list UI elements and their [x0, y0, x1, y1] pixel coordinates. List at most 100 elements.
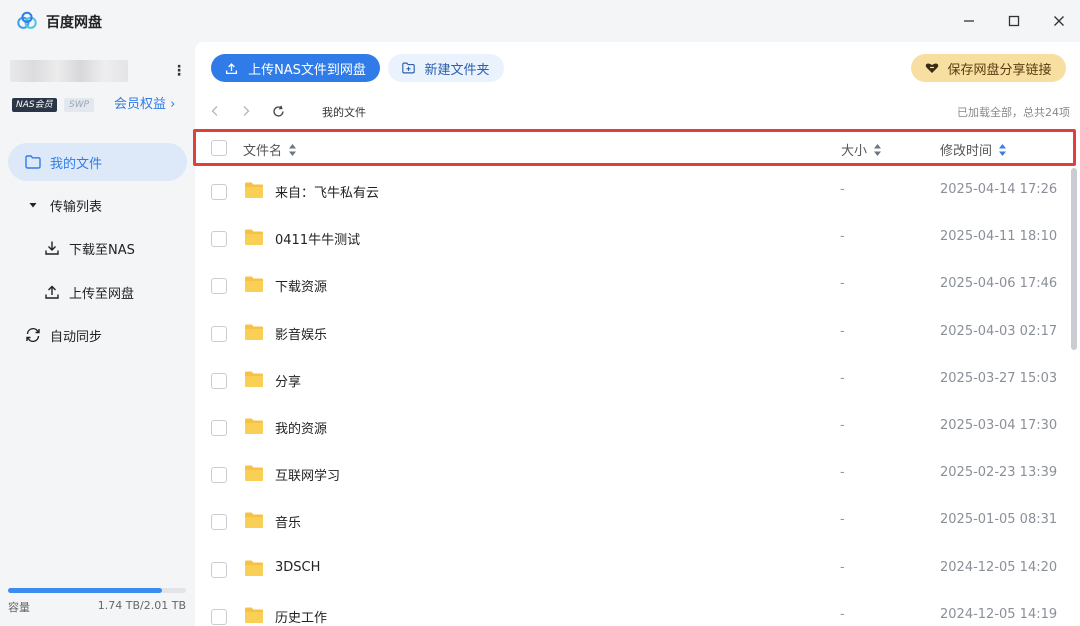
- folder-icon: [245, 418, 263, 434]
- row-checkbox[interactable]: [211, 184, 227, 200]
- baidu-netdisk-logo-icon: [17, 11, 37, 29]
- sidebar-item-label: 下载至NAS: [69, 242, 135, 258]
- table-row[interactable]: 历史工作 - 2024-12-05 14:19: [195, 593, 1065, 626]
- file-modified-time: 2025-03-04 17:30: [940, 418, 1058, 433]
- row-checkbox[interactable]: [211, 325, 227, 342]
- file-modified-time: 2024-12-05 14:19: [940, 606, 1058, 622]
- table-row[interactable]: 下载资源 - 2025-04-06 17:46: [195, 262, 1065, 309]
- sidebar-item-label: 上传至网盘: [69, 286, 135, 302]
- navigation-row: 我的文件 已加载全部，总共24项: [195, 98, 1080, 124]
- chevron-right-icon: [243, 106, 250, 116]
- sidebar-item-label: 我的文件: [50, 156, 103, 172]
- sidebar-item-my-files[interactable]: 我的文件: [8, 143, 187, 181]
- row-checkbox[interactable]: [211, 561, 227, 578]
- column-header-size[interactable]: 大小: [841, 140, 882, 159]
- minimize-button[interactable]: [956, 8, 982, 34]
- table-row[interactable]: 来自：飞牛私有云 - 2025-04-14 17:26: [195, 168, 1065, 215]
- file-modified-time: 2025-04-14 17:26: [940, 182, 1058, 197]
- row-checkbox[interactable]: [211, 514, 227, 531]
- table-row[interactable]: 我的资源 - 2025-03-04 17:30: [195, 404, 1065, 451]
- save-share-link-label: 保存网盘分享链接: [947, 62, 1052, 78]
- file-name: 来自：飞牛私有云: [275, 186, 380, 201]
- maximize-button[interactable]: [1001, 8, 1027, 34]
- table-row[interactable]: 3DSCH - 2024-12-05 14:20: [195, 546, 1065, 593]
- column-header-modified[interactable]: 修改时间: [940, 140, 1007, 159]
- column-header-name[interactable]: 文件名: [243, 140, 297, 159]
- row-checkbox[interactable]: [211, 372, 227, 389]
- nas-member-badge: NAS会员: [12, 98, 57, 112]
- save-share-link-button[interactable]: 保存网盘分享链接: [911, 54, 1066, 82]
- member-benefits-link[interactable]: 会员权益 ›: [114, 96, 175, 114]
- storage-usage-fill: [8, 588, 163, 593]
- row-checkbox[interactable]: [211, 420, 227, 436]
- table-row[interactable]: 0411牛牛测试 - 2025-04-11 18:10: [195, 215, 1065, 262]
- folder-icon: [245, 276, 263, 293]
- folder-icon: [245, 182, 263, 198]
- account-row[interactable]: ⋮: [8, 60, 188, 82]
- file-name: 0411牛牛测试: [275, 233, 361, 249]
- storage-usage-bar: [8, 588, 186, 593]
- folder-icon: [24, 153, 42, 171]
- chevron-right-icon: ›: [170, 97, 176, 112]
- select-all-checkbox[interactable]: [211, 140, 227, 156]
- file-name: 历史工作: [275, 610, 328, 626]
- app-title: 百度网盘: [46, 15, 102, 31]
- file-size: -: [840, 323, 845, 339]
- file-size: -: [840, 606, 845, 622]
- file-size: -: [840, 370, 845, 386]
- new-folder-icon: [402, 62, 416, 74]
- sidebar-item-transfer-list[interactable]: 传输列表: [8, 186, 187, 224]
- file-modified-time: 2025-04-03 02:17: [940, 323, 1058, 339]
- row-checkbox[interactable]: [211, 278, 227, 295]
- file-name: 我的资源: [275, 422, 328, 437]
- file-size: -: [840, 276, 845, 292]
- member-benefits-label: 会员权益: [114, 97, 167, 112]
- caret-down-icon: [24, 196, 42, 214]
- column-header-size-label: 大小: [841, 144, 868, 159]
- upload-nas-files-button[interactable]: 上传NAS文件到网盘: [211, 54, 380, 82]
- vertical-scrollbar[interactable]: [1071, 168, 1077, 350]
- maximize-icon: [1008, 15, 1020, 27]
- file-name: 音乐: [275, 516, 302, 532]
- folder-icon: [245, 607, 263, 623]
- sidebar-item-auto-sync[interactable]: 自动同步: [8, 316, 187, 354]
- file-modified-time: 2024-12-05 14:20: [940, 559, 1058, 575]
- sync-icon: [24, 326, 42, 344]
- table-row[interactable]: 影音娱乐 - 2025-04-03 02:17: [195, 310, 1065, 357]
- close-button[interactable]: [1046, 8, 1072, 34]
- row-checkbox[interactable]: [211, 608, 227, 625]
- upload-icon: [43, 283, 61, 301]
- table-row[interactable]: 音乐 - 2025-01-05 08:31: [195, 498, 1065, 545]
- file-name: 影音娱乐: [275, 327, 328, 343]
- breadcrumb[interactable]: 我的文件: [322, 104, 366, 120]
- title-bar: 百度网盘: [0, 0, 1080, 42]
- file-name: 3DSCH: [275, 559, 321, 575]
- sidebar-item-download-to-nas[interactable]: 下载至NAS: [8, 229, 187, 267]
- file-name: 互联网学习: [275, 469, 341, 485]
- chevron-left-icon: [211, 106, 218, 116]
- row-checkbox[interactable]: [211, 467, 227, 484]
- sidebar-item-upload-to-netdisk[interactable]: 上传至网盘: [8, 273, 187, 311]
- refresh-button[interactable]: [269, 102, 287, 120]
- forward-button[interactable]: [237, 102, 255, 120]
- table-row[interactable]: 互联网学习 - 2025-02-23 13:39: [195, 451, 1065, 498]
- back-button[interactable]: [206, 102, 224, 120]
- file-name: 下载资源: [275, 280, 328, 296]
- minimize-icon: [964, 20, 974, 22]
- file-modified-time: 2025-04-11 18:10: [940, 229, 1058, 245]
- more-options-icon[interactable]: ⋮: [172, 62, 186, 80]
- column-header-name-label: 文件名: [243, 144, 283, 159]
- membership-badges: NAS会员 SWP 会员权益 ›: [10, 96, 190, 114]
- refresh-icon: [272, 105, 284, 117]
- storage-label: 容量: [8, 601, 30, 614]
- column-header-modified-label: 修改时间: [940, 144, 993, 159]
- file-size: -: [840, 229, 845, 245]
- file-size: -: [840, 418, 845, 433]
- heart-link-icon: [925, 62, 939, 74]
- new-folder-button[interactable]: 新建文件夹: [388, 54, 504, 82]
- table-row[interactable]: 分享 - 2025-03-27 15:03: [195, 357, 1065, 404]
- folder-icon: [245, 465, 263, 482]
- row-checkbox[interactable]: [211, 231, 227, 248]
- file-size: -: [840, 512, 845, 528]
- blurred-account-name: [10, 60, 128, 82]
